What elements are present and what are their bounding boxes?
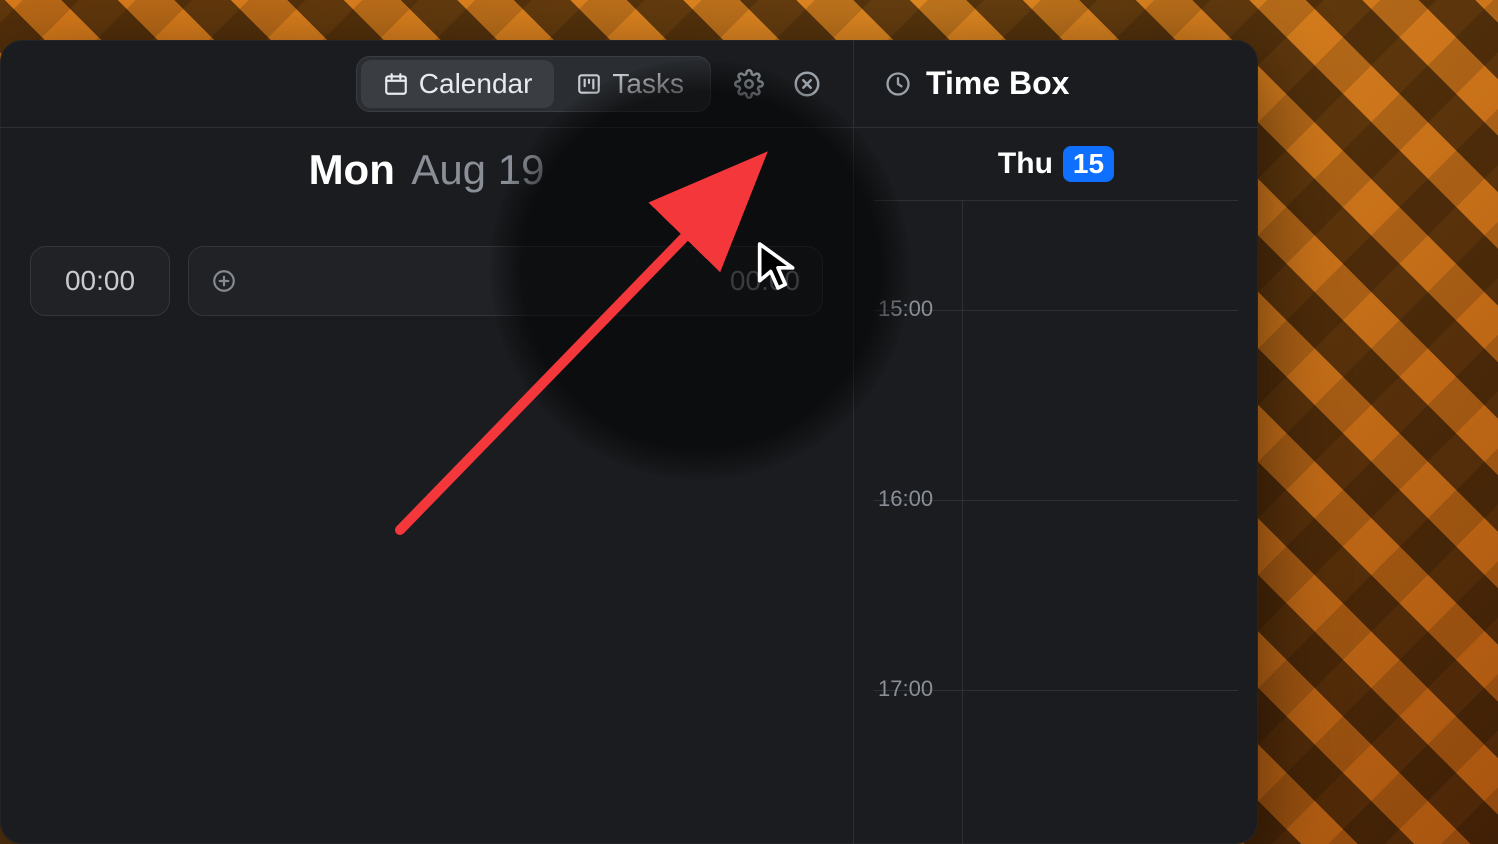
date-dow: Mon: [309, 146, 395, 193]
timebox-grid[interactable]: 15:00 16:00 17:00: [874, 201, 1238, 844]
gear-icon: [734, 69, 764, 99]
right-duration-value: 00:00: [730, 265, 800, 297]
timebox-slot[interactable]: 15:00: [874, 201, 1238, 311]
timebox-header: Time Box: [854, 40, 1258, 128]
close-icon: [792, 69, 822, 99]
timebox-vline: [962, 311, 963, 500]
view-tab-group: Calendar Tasks: [356, 56, 711, 112]
task-entry-row: 00:00 00:00: [0, 216, 853, 316]
header-bar: Calendar Tasks: [0, 40, 853, 128]
tab-calendar[interactable]: Calendar: [361, 60, 555, 108]
timebox-day-dow: Thu: [998, 147, 1053, 181]
new-task-input[interactable]: 00:00: [188, 246, 823, 316]
kanban-icon: [576, 71, 602, 97]
tab-tasks-label: Tasks: [612, 68, 684, 100]
settings-button[interactable]: [729, 64, 769, 104]
timebox-pane: Time Box Thu 15 15:00 16:00 17:00: [854, 40, 1258, 844]
date-heading: Mon Aug 19: [0, 128, 853, 216]
tab-calendar-label: Calendar: [419, 68, 533, 100]
app-window: Calendar Tasks Mon: [0, 40, 1258, 844]
date-text: Aug 19: [411, 146, 544, 193]
calendar-icon: [383, 71, 409, 97]
clock-icon: [884, 70, 912, 98]
timebox-slot[interactable]: 16:00: [874, 311, 1238, 501]
timebox-slot[interactable]: [874, 691, 1238, 844]
timebox-day-num: 15: [1063, 146, 1114, 182]
plus-circle-icon: [211, 268, 237, 294]
timebox-vline: [962, 201, 963, 310]
timebox-slot[interactable]: 17:00: [874, 501, 1238, 691]
timebox-day-header[interactable]: Thu 15: [874, 128, 1238, 201]
close-button[interactable]: [787, 64, 827, 104]
left-duration-chip[interactable]: 00:00: [30, 246, 170, 316]
timebox-vline: [962, 691, 963, 844]
tab-tasks[interactable]: Tasks: [554, 60, 706, 108]
timebox-title: Time Box: [926, 65, 1069, 102]
left-pane: Calendar Tasks Mon: [0, 40, 854, 844]
timebox-vline: [962, 501, 963, 690]
left-duration-value: 00:00: [65, 265, 135, 297]
